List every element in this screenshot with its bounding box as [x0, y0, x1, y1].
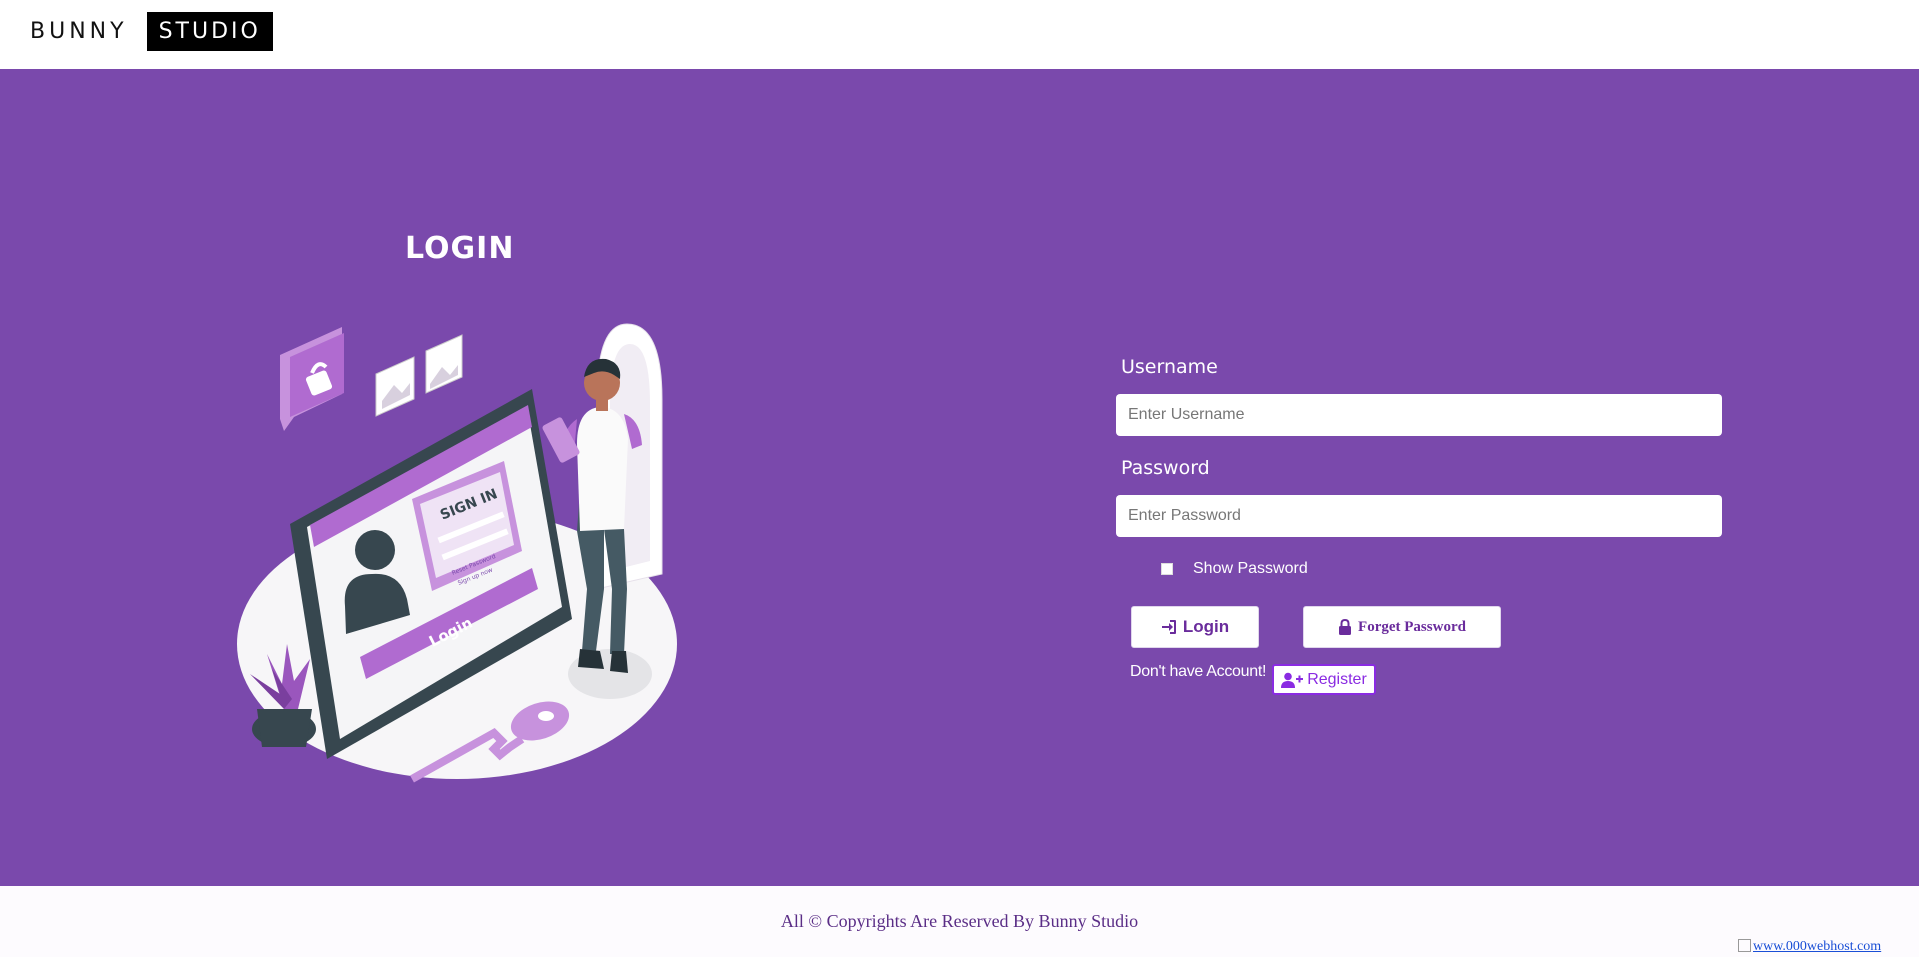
show-password-checkbox[interactable] [1161, 563, 1173, 575]
register-button-label: Register [1307, 670, 1367, 688]
host-badge-text: www.000webhost.com [1753, 939, 1882, 954]
host-badge-link[interactable]: www.000webhost.com [1738, 939, 1881, 955]
logo[interactable]: BUNNY STUDIO [30, 12, 273, 51]
forget-password-label: Forget Password [1358, 618, 1466, 635]
username-input[interactable] [1116, 394, 1722, 436]
header: BUNNY STUDIO [0, 0, 1919, 69]
no-account-text: Don't have Account! [1130, 663, 1267, 680]
login-illustration: SIGN IN Reset Password Sign up now Login [237, 323, 677, 783]
main-section: LOGIN SIGN IN Reset Password Sign up now [0, 69, 1919, 886]
login-button-label: Login [1182, 617, 1230, 636]
password-label: Password [1121, 457, 1210, 479]
show-password-row: Show Password [1161, 560, 1308, 578]
user-plus-icon [1281, 672, 1304, 688]
logo-text-studio: STUDIO [146, 12, 273, 51]
sign-in-icon [1161, 620, 1176, 634]
copyright-text: All © Copyrights Are Reserved By Bunny S… [780, 911, 1139, 931]
broken-image-icon [1738, 939, 1751, 952]
password-input[interactable] [1116, 495, 1722, 537]
register-button[interactable]: Register [1272, 664, 1376, 695]
footer: All © Copyrights Are Reserved By Bunny S… [0, 886, 1919, 957]
show-password-label[interactable]: Show Password [1193, 560, 1308, 578]
login-button[interactable]: Login [1131, 606, 1259, 648]
username-label: Username [1121, 356, 1218, 378]
page-title: LOGIN [405, 231, 515, 266]
lock-icon [1339, 619, 1352, 635]
forget-password-button[interactable]: Forget Password [1303, 606, 1501, 648]
logo-text-bunny: BUNNY [30, 19, 128, 44]
